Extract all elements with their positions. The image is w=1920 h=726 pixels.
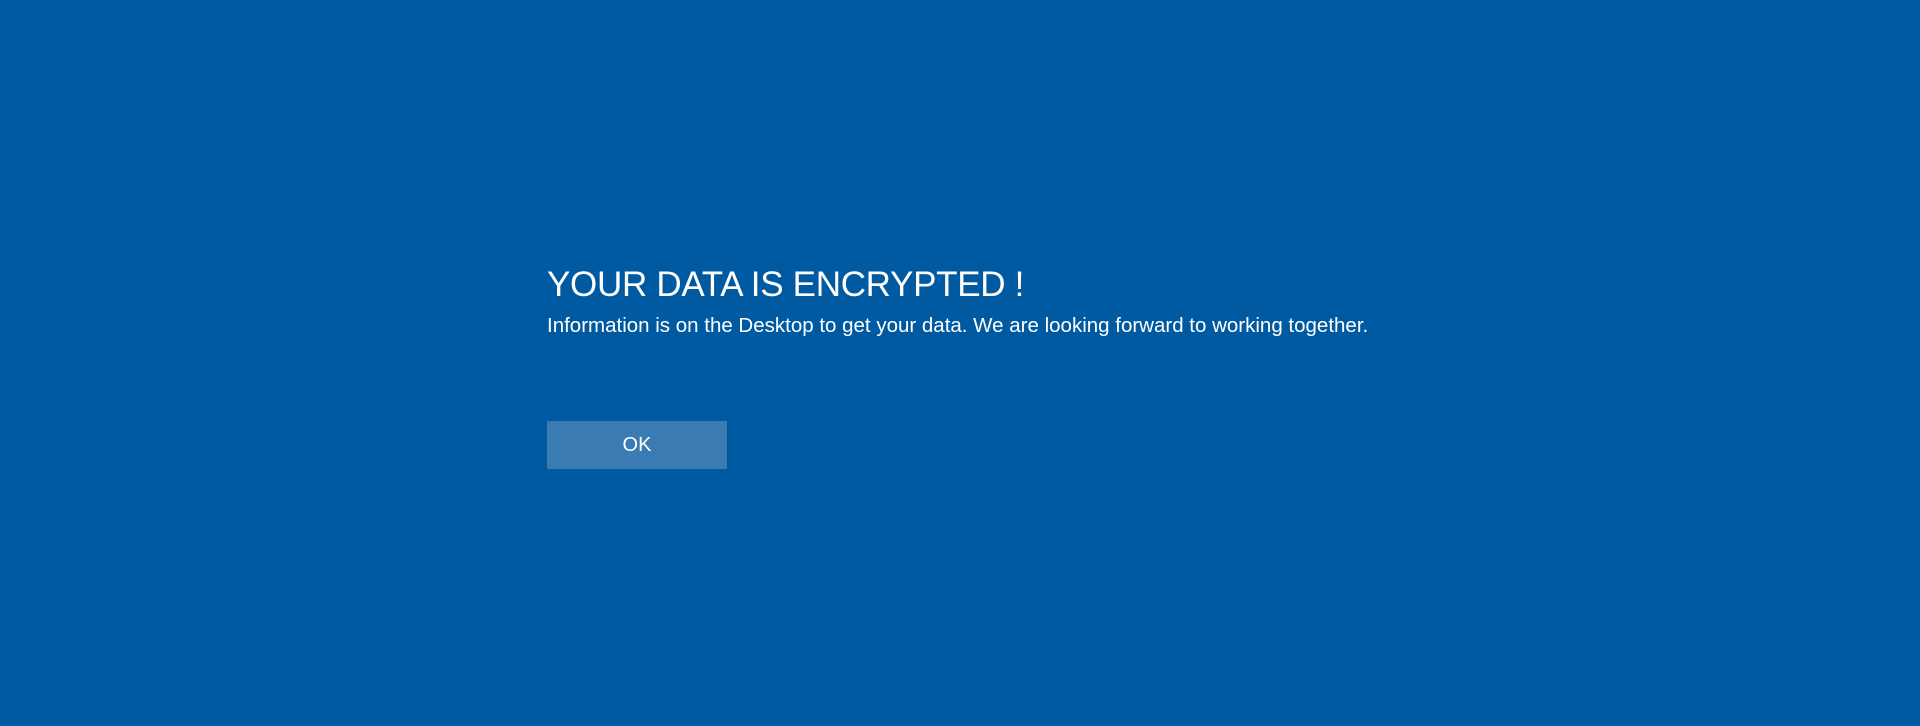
ransom-dialog: YOUR DATA IS ENCRYPTED ! Information is …: [547, 262, 1387, 469]
dialog-message: Information is on the Desktop to get you…: [547, 314, 1369, 337]
ok-button[interactable]: OK: [547, 421, 727, 469]
dialog-title: YOUR DATA IS ENCRYPTED !: [547, 265, 1025, 304]
